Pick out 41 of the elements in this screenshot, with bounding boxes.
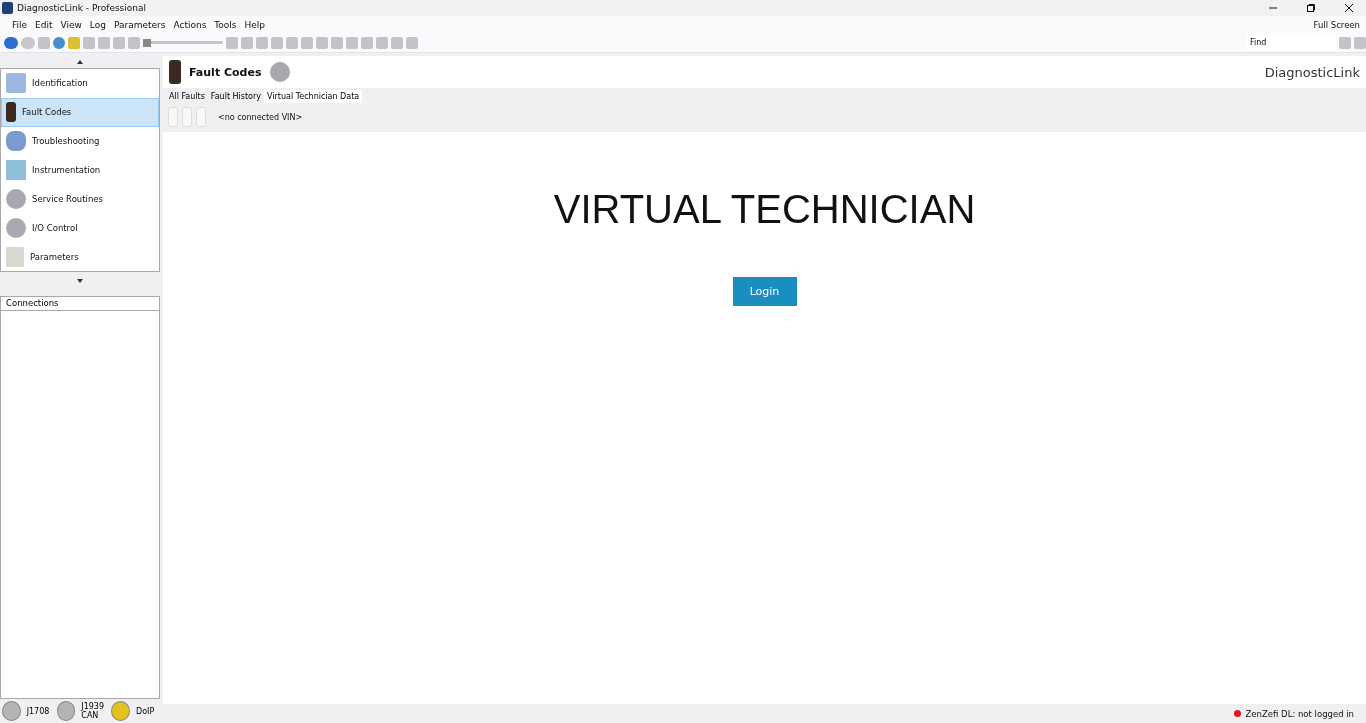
nav-item[interactable]: Fault Codes (1, 97, 159, 127)
tab[interactable]: Fault History (207, 90, 265, 103)
vin-label: <no connected VIN> (218, 112, 303, 122)
status-text: ZenZefi DL: not logged in (1245, 708, 1354, 719)
nav-item[interactable]: Service Routines (1, 184, 159, 214)
menu-item[interactable]: View (56, 19, 86, 30)
scroll-down-icon[interactable] (77, 279, 83, 283)
window-title: DiagnosticLink - Professional (17, 3, 147, 13)
find-field[interactable]: Find (1246, 34, 1336, 51)
menu-item[interactable]: Log (85, 19, 110, 30)
menu-item[interactable]: File (8, 19, 32, 30)
adapter-label: DoIP (136, 706, 156, 716)
menu-item[interactable]: Tools (210, 19, 241, 30)
heading: VIRTUAL TECHNICIAN (553, 187, 976, 232)
nav-item[interactable]: Troubleshooting (1, 126, 159, 156)
menu-item[interactable]: Parameters (109, 19, 170, 30)
menu-item[interactable]: Help (240, 19, 270, 30)
close-icon[interactable] (1345, 4, 1353, 12)
adapter-label: J1708 (26, 706, 51, 716)
menu-item[interactable]: Edit (31, 19, 57, 30)
indicator-slot (182, 107, 192, 127)
nav-item[interactable]: Identification (1, 69, 159, 98)
scroll-up-icon[interactable] (77, 60, 83, 64)
adapter-label: J1939 CAN (81, 702, 106, 720)
connections-header: Connections (1, 297, 159, 311)
login-button[interactable]: Login (732, 277, 797, 306)
app-icon (2, 2, 13, 14)
tab[interactable]: Virtual Technician Data (264, 90, 363, 103)
page-title: Fault Codes (189, 65, 262, 79)
indicator-slot (196, 107, 206, 127)
full-screen-button[interactable]: Full Screen (1313, 19, 1366, 30)
minimize-icon[interactable] (1269, 4, 1277, 12)
nav-item[interactable]: I/O Control (1, 213, 159, 243)
restore-icon[interactable] (1307, 4, 1315, 12)
menu-item[interactable]: Actions (169, 19, 211, 30)
tab[interactable]: All Faults (166, 90, 208, 103)
nav-item[interactable]: Parameters (1, 242, 159, 271)
nav-item[interactable]: Instrumentation (1, 155, 159, 185)
slider-thumb[interactable] (143, 38, 151, 47)
logo: DiagnosticLink (1264, 64, 1360, 80)
indicator-slot (168, 107, 178, 127)
